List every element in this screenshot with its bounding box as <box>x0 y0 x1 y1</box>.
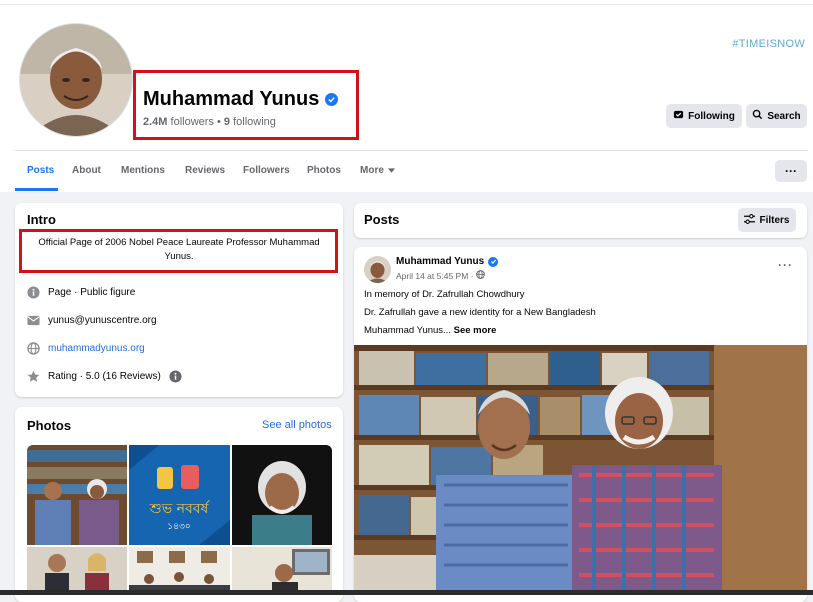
following-button[interactable]: Following <box>666 104 742 128</box>
cover-hashtag: #TIMEISNOW <box>732 38 805 50</box>
more-options-label: ··· <box>785 164 797 178</box>
photos-title: Photos <box>27 418 72 433</box>
post-text-line: Muhammad Yunus... See more <box>364 325 496 336</box>
tab-more[interactable]: More <box>360 165 395 176</box>
page-name-text: Muhammad Yunus <box>143 88 320 110</box>
photo-thumbnail[interactable] <box>232 547 332 595</box>
photo-thumbnail[interactable] <box>129 547 230 595</box>
filters-button-label: Filters <box>759 214 790 226</box>
tab-posts[interactable]: Posts <box>27 165 54 176</box>
intro-email[interactable]: yunus@yunuscentre.org <box>48 315 157 326</box>
followers-word[interactable]: followers <box>171 116 214 128</box>
info-icon <box>27 286 40 299</box>
page-name: Muhammad Yunus <box>143 88 339 111</box>
filters-button[interactable]: Filters <box>738 208 796 232</box>
verified-badge-icon <box>325 93 339 106</box>
email-icon <box>27 314 40 327</box>
following-word[interactable]: following <box>233 116 276 128</box>
tab-about[interactable]: About <box>72 165 101 176</box>
svg-text:১৪৩০: ১৪৩০ <box>167 522 190 532</box>
tab-more-label: More <box>360 165 384 176</box>
post-author-name[interactable]: Muhammad Yunus <box>396 256 484 267</box>
intro-category-row: Page · Public figure <box>27 286 135 299</box>
post-image[interactable] <box>354 345 807 595</box>
search-button-label: Search <box>767 110 801 122</box>
tab-photos[interactable]: Photos <box>307 165 341 176</box>
intro-website-row[interactable]: muhammadyunus.org <box>27 342 145 355</box>
following-icon <box>673 109 684 123</box>
divider <box>15 150 808 151</box>
following-count[interactable]: 9 <box>224 116 230 128</box>
globe-icon <box>27 342 40 355</box>
following-button-label: Following <box>688 110 735 122</box>
photo-thumbnail[interactable] <box>232 445 332 545</box>
post-author-avatar[interactable] <box>364 256 391 283</box>
post-text-truncated: Muhammad Yunus... <box>364 325 451 336</box>
followers-count[interactable]: 2.4M <box>143 116 167 128</box>
see-more-link[interactable]: See more <box>454 325 497 336</box>
see-all-photos-link[interactable]: See all photos <box>262 419 332 431</box>
verified-badge-icon <box>488 256 499 267</box>
posts-title: Posts <box>364 212 400 227</box>
filters-icon <box>744 213 756 227</box>
tab-followers[interactable]: Followers <box>243 165 290 176</box>
globe-icon <box>476 270 486 281</box>
profile-photo <box>20 24 132 136</box>
tab-mentions[interactable]: Mentions <box>121 165 165 176</box>
profile-avatar[interactable] <box>19 23 133 137</box>
photo-thumbnail[interactable]: শুভ নববর্ষ ১৪৩০ <box>129 445 230 545</box>
stats-separator: • <box>217 116 221 128</box>
star-icon <box>27 370 40 383</box>
svg-text:শুভ নববর্ষ: শুভ নববর্ষ <box>149 500 211 517</box>
search-icon <box>752 109 763 123</box>
post-text-line: Dr. Zafrullah gave a new identity for a … <box>364 307 596 318</box>
tab-reviews[interactable]: Reviews <box>185 165 225 176</box>
intro-category: Page · Public figure <box>48 287 136 298</box>
post-date-text[interactable]: April 14 at 5:45 PM · <box>396 271 473 281</box>
intro-rating-row: Rating · 5.0 (16 Reviews) <box>27 370 182 383</box>
caret-down-icon <box>387 165 395 176</box>
intro-title: Intro <box>27 212 56 227</box>
post-menu-button[interactable]: ··· <box>778 258 793 272</box>
post-timestamp[interactable]: April 14 at 5:45 PM · <box>396 270 486 281</box>
photo-thumbnail[interactable] <box>27 445 127 545</box>
follower-stats: 2.4M followers • 9 following <box>143 116 276 128</box>
search-button[interactable]: Search <box>746 104 807 128</box>
browser-bottom-edge <box>0 590 813 595</box>
intro-website-link[interactable]: muhammadyunus.org <box>48 343 145 354</box>
intro-email-row[interactable]: yunus@yunuscentre.org <box>27 314 157 327</box>
active-tab-indicator <box>15 188 58 191</box>
intro-bio: Official Page of 2006 Nobel Peace Laurea… <box>38 237 320 262</box>
more-options-button[interactable]: ··· <box>775 160 807 182</box>
post-text-line: In memory of Dr. Zafrullah Chowdhury <box>364 289 525 300</box>
intro-rating: Rating · 5.0 (16 Reviews) <box>48 371 161 382</box>
divider <box>0 4 813 5</box>
photo-thumbnail[interactable] <box>27 547 127 595</box>
rating-info-icon[interactable] <box>169 370 182 383</box>
post-author[interactable]: Muhammad Yunus <box>396 256 499 267</box>
